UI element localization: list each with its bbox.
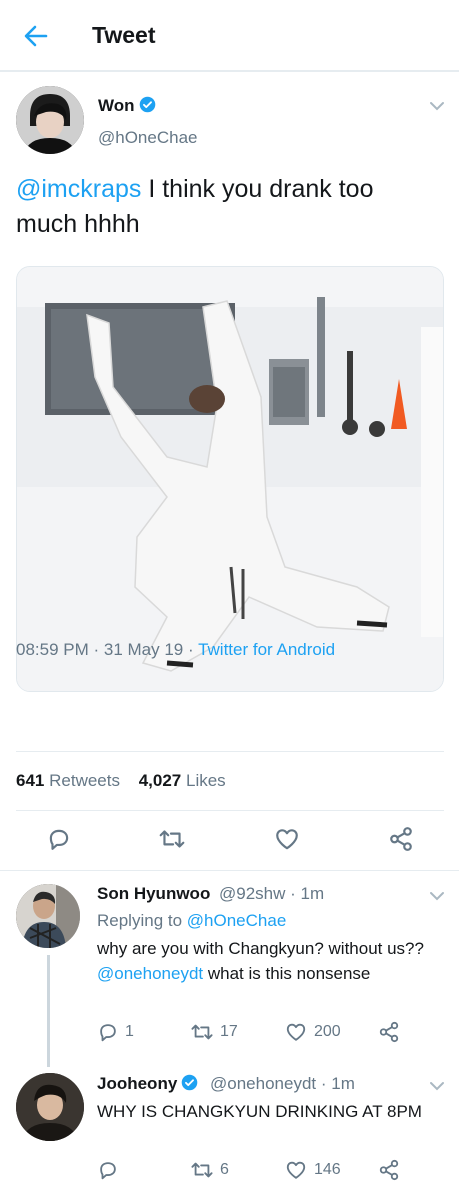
divider: [16, 751, 444, 752]
verified-badge-icon: [139, 96, 155, 113]
author-name[interactable]: Won: [98, 96, 156, 116]
tweet-text: @imckraps I think you drank too much hhh…: [16, 175, 374, 238]
share-button[interactable]: [388, 826, 414, 852]
reply-time: 1m: [331, 1074, 355, 1093]
heart-icon: [286, 1023, 306, 1041]
retweets-stat[interactable]: 641 Retweets: [16, 771, 120, 790]
share-icon: [379, 1159, 399, 1181]
share-icon: [390, 827, 412, 851]
reply-count: 1: [125, 1023, 134, 1040]
like-button[interactable]: [273, 826, 301, 852]
reply-text: why are you with Changkyun? without us??…: [97, 939, 424, 983]
retweet-button[interactable]: 17: [190, 1021, 238, 1043]
arrow-left-icon[interactable]: [22, 22, 50, 50]
tweet-stats: 641 Retweets 4,027 Likes: [16, 771, 226, 791]
mention-link[interactable]: @imckraps: [16, 175, 141, 203]
like-count: 146: [314, 1161, 341, 1178]
share-button[interactable]: [378, 1159, 400, 1181]
avatar[interactable]: [16, 1073, 84, 1141]
mention-link[interactable]: @onehoneydt: [97, 964, 203, 983]
reply-icon: [100, 1024, 116, 1042]
tweet-timestamp: 08:59 PM · 31 May 19 · Twitter for Andro…: [16, 640, 336, 659]
like-button[interactable]: 146: [284, 1159, 341, 1181]
reply-icon: [49, 829, 69, 850]
tweet-time: 08:59 PM: [16, 640, 89, 659]
reply-meta: @onehoneydt · 1m: [210, 1074, 355, 1093]
reply-author-name[interactable]: Son Hyunwoo: [97, 884, 210, 904]
avatar[interactable]: [16, 884, 80, 948]
retweet-icon: [191, 1162, 213, 1178]
heart-icon: [286, 1161, 306, 1179]
heart-icon: [276, 829, 298, 850]
reply-button[interactable]: [46, 826, 72, 852]
tweet-date: 31 May 19: [103, 640, 184, 659]
retweet-icon: [159, 830, 185, 848]
reply-button[interactable]: [97, 1159, 119, 1181]
top-bar: Tweet: [0, 0, 459, 72]
share-button[interactable]: [378, 1021, 400, 1043]
reply-icon: [100, 1162, 116, 1180]
likes-stat[interactable]: 4,027 Likes: [139, 771, 226, 790]
page-title: Tweet: [92, 22, 156, 48]
replying-to: Replying to @hOneChae: [97, 911, 287, 930]
retweet-icon: [191, 1024, 213, 1040]
author-handle[interactable]: @hOneChae: [98, 128, 198, 148]
like-count: 200: [314, 1023, 341, 1040]
reply-text: WHY IS CHANGKYUN DRINKING AT 8PM: [97, 1102, 422, 1121]
tweet-source-link[interactable]: Twitter for Android: [198, 640, 335, 659]
reply-author-handle[interactable]: @92shw: [219, 884, 285, 903]
share-icon: [379, 1021, 399, 1043]
reply-time: 1m: [300, 884, 325, 903]
reply-button[interactable]: 1: [97, 1021, 134, 1043]
thread-line: [47, 955, 50, 1067]
avatar[interactable]: [16, 86, 84, 154]
replying-to-link[interactable]: @hOneChae: [187, 911, 287, 930]
divider: [16, 810, 444, 811]
divider: [0, 870, 459, 871]
like-button[interactable]: 200: [284, 1021, 341, 1043]
reply-meta: @92shw · 1m: [219, 884, 325, 903]
verified-badge-icon: [182, 1074, 198, 1091]
retweet-button[interactable]: [158, 826, 186, 852]
reply-author-name[interactable]: Jooheony: [97, 1074, 198, 1094]
tweet-media-image[interactable]: [16, 266, 444, 692]
chevron-down-icon[interactable]: [428, 890, 446, 902]
retweet-count: 6: [220, 1161, 229, 1178]
chevron-down-icon[interactable]: [428, 1080, 446, 1092]
chevron-down-icon[interactable]: [428, 100, 446, 112]
reply-author-handle[interactable]: @onehoneydt: [210, 1074, 316, 1093]
retweet-count: 17: [220, 1023, 238, 1040]
retweet-button[interactable]: 6: [190, 1159, 229, 1181]
